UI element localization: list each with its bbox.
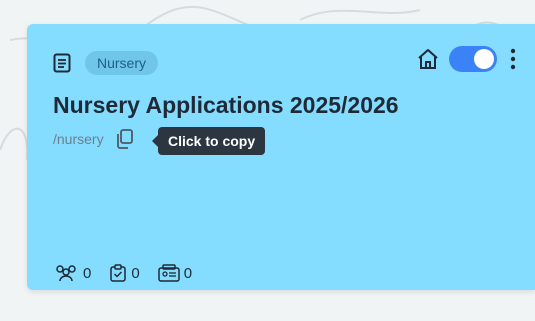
nursery-card[interactable]: Nursery Nursery Applications 2025/2026 /… [27,24,535,290]
path-text: /nursery [53,131,104,147]
clipboard-check-icon [110,264,127,282]
groups-count: 0 [183,264,193,282]
more-vertical-icon[interactable] [509,48,517,70]
stats-row: 0 0 0 [53,264,210,282]
participants-count: 0 [83,264,92,282]
path-row: /nursery [53,128,136,150]
document-icon [53,53,71,73]
groups-stat: 0 [157,264,193,282]
copy-icon[interactable] [114,128,136,150]
tasks-stat: 0 [109,264,140,282]
id-cards-icon [157,264,180,282]
copy-tooltip: Click to copy [151,127,266,155]
active-toggle[interactable] [449,46,497,72]
toggle-knob [474,49,494,69]
participants-stat: 0 [53,264,91,282]
users-icon [56,265,76,282]
tasks-count: 0 [131,264,140,282]
card-header: Nursery [53,50,159,76]
category-badge: Nursery [85,51,159,75]
home-icon[interactable] [415,46,441,72]
card-title[interactable]: Nursery Applications 2025/2026 [53,92,399,119]
card-controls [415,46,517,72]
